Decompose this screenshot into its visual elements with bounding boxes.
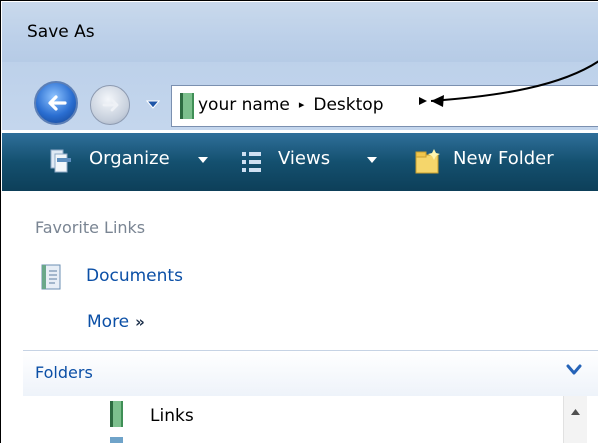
breadcrumb: your name ▸ Desktop xyxy=(198,95,383,115)
more-label: More xyxy=(87,312,130,332)
folder-icon xyxy=(110,437,123,443)
new-folder-button[interactable]: New Folder xyxy=(453,148,554,169)
back-arrow-icon xyxy=(48,95,67,111)
favorite-link-documents[interactable]: Documents xyxy=(86,266,183,286)
breadcrumb-item-desktop[interactable]: Desktop xyxy=(313,95,383,115)
views-icon xyxy=(242,152,261,172)
new-folder-icon xyxy=(415,149,440,174)
forward-button[interactable] xyxy=(90,85,130,125)
chevron-down-icon[interactable] xyxy=(197,156,209,164)
folders-heading[interactable]: Folders xyxy=(35,363,93,382)
document-icon xyxy=(41,264,61,290)
organize-icon xyxy=(50,149,71,173)
scroll-up-arrow-icon[interactable] xyxy=(571,408,580,415)
views-button[interactable]: Views xyxy=(278,148,330,169)
forward-arrow-icon xyxy=(102,98,119,112)
window-title: Save As xyxy=(27,22,95,42)
folder-tree-item-links[interactable]: Links xyxy=(150,406,194,426)
double-chevron-icon: » xyxy=(135,313,145,331)
organize-button[interactable]: Organize xyxy=(89,148,170,169)
breadcrumb-separator-icon[interactable]: ▸ xyxy=(299,98,305,111)
back-button[interactable] xyxy=(34,81,78,125)
chevron-down-icon[interactable] xyxy=(366,156,378,164)
folder-tree-scrollbar[interactable] xyxy=(563,396,587,443)
chevron-down-icon[interactable] xyxy=(566,363,582,377)
folder-icon xyxy=(180,93,194,119)
folders-section-header[interactable] xyxy=(23,350,598,396)
favorite-links-heading: Favorite Links xyxy=(35,218,146,237)
more-links-button[interactable]: More » xyxy=(87,312,145,332)
folder-icon xyxy=(110,401,123,427)
recent-pages-dropdown-icon[interactable] xyxy=(146,98,160,110)
address-bar[interactable]: your name ▸ Desktop xyxy=(171,85,598,127)
save-as-dialog: Save As your name ▸ Desktop Organize Vie… xyxy=(0,0,598,443)
breadcrumb-item-user[interactable]: your name xyxy=(198,95,290,115)
